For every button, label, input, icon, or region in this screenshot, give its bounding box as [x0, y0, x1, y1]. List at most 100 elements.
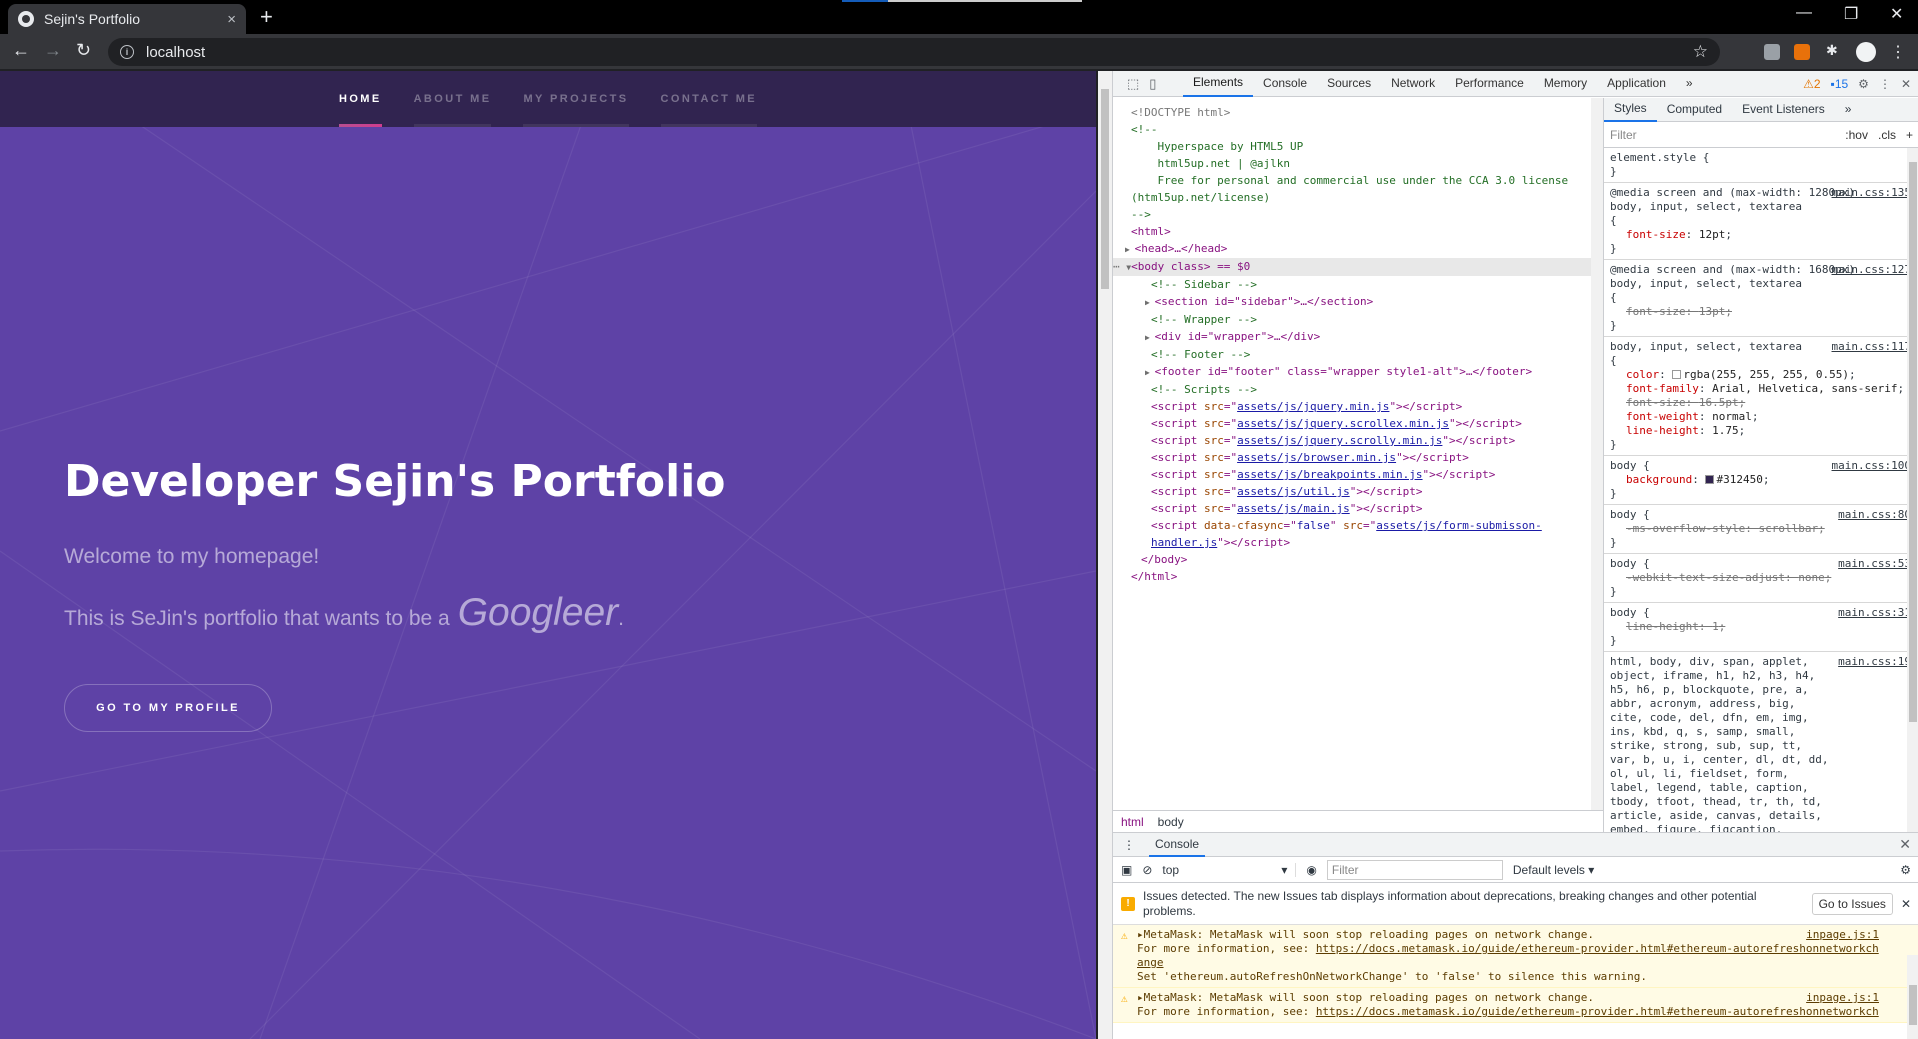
style-property[interactable]: color: rgba(255, 255, 255, 0.55); — [1610, 368, 1913, 382]
dom-node-script[interactable]: <script src="assets/js/jquery.scrolly.mi… — [1113, 432, 1603, 449]
cls-toggle[interactable]: .cls — [1878, 128, 1896, 142]
warning-count[interactable]: ⚠2 — [1803, 77, 1820, 91]
more-tabs-chevron-icon[interactable]: » — [1676, 71, 1703, 96]
tab-console[interactable]: Console — [1253, 71, 1317, 96]
console-link[interactable]: https://docs.metamask.io/guide/ethereum-… — [1316, 1005, 1879, 1018]
style-rule[interactable]: main.css:53 body {-webkit-text-size-adjus… — [1604, 554, 1918, 603]
device-toolbar-icon[interactable]: ▯ — [1149, 76, 1156, 92]
rule-source-link[interactable]: main.css:100 — [1832, 459, 1911, 473]
nav-home[interactable]: HOME — [323, 71, 398, 127]
expand-triangle-icon[interactable]: ▶ — [1125, 245, 1135, 254]
dom-node[interactable]: <!-- Wrapper --> — [1113, 311, 1603, 328]
dom-node-script[interactable]: <script src="assets/js/browser.min.js"><… — [1113, 449, 1603, 466]
gear-icon[interactable]: ⚙ — [1858, 77, 1869, 91]
gear-icon[interactable]: ⚙ — [1900, 863, 1911, 877]
tab-network[interactable]: Network — [1381, 71, 1445, 96]
expand-triangle-icon[interactable]: ▶ — [1145, 333, 1155, 342]
dom-node[interactable]: </html> — [1113, 568, 1603, 585]
style-property[interactable]: -ms-overflow-style: scrollbar; — [1610, 522, 1913, 536]
dom-node-body-selected[interactable]: ⋯ ▼<body class> == $0 — [1113, 258, 1603, 276]
tab-event-listeners[interactable]: Event Listeners — [1732, 98, 1835, 121]
style-rule[interactable]: main.css:80 body {-ms-overflow-style: scr… — [1604, 505, 1918, 554]
extension-icon[interactable] — [1764, 44, 1780, 60]
browser-tab[interactable]: Sejin's Portfolio × — [8, 4, 246, 34]
elements-scrollbar[interactable] — [1591, 98, 1603, 810]
breadcrumb-body[interactable]: body — [1158, 815, 1184, 829]
dom-node[interactable]: <!DOCTYPE html> — [1113, 104, 1603, 121]
new-tab-button[interactable]: + — [260, 4, 273, 30]
scrollbar-thumb[interactable] — [1909, 162, 1917, 722]
tab-performance[interactable]: Performance — [1445, 71, 1534, 96]
rule-source-link[interactable]: main.css:127 — [1832, 263, 1911, 277]
close-icon[interactable]: ✕ — [1901, 77, 1911, 91]
dom-node[interactable]: <!-- Scripts --> — [1113, 381, 1603, 398]
script-src-link[interactable]: assets/js/breakpoints.min.js — [1237, 468, 1422, 481]
color-swatch[interactable] — [1672, 370, 1682, 379]
style-rule[interactable]: element.style {} — [1604, 148, 1918, 183]
scrollbar-thumb[interactable] — [1101, 89, 1109, 289]
script-src-link[interactable]: assets/js/browser.min.js — [1237, 451, 1396, 464]
styles-filter-input[interactable]: Filter — [1610, 128, 1835, 142]
console-source-link[interactable]: inpage.js:1 — [1806, 991, 1879, 1005]
dom-node[interactable]: Hyperspace by HTML5 UP — [1113, 138, 1603, 155]
tab-memory[interactable]: Memory — [1534, 71, 1597, 96]
dom-node[interactable]: ▶ <section id="sidebar">…</section> — [1113, 293, 1603, 311]
scrollbar-thumb[interactable] — [1909, 985, 1917, 1025]
info-icon[interactable]: i — [120, 45, 134, 59]
sidebar-toggle-icon[interactable]: ▣ — [1121, 863, 1132, 877]
style-rule[interactable]: main.css:135 @media screen and (max-width… — [1604, 183, 1918, 260]
hov-toggle[interactable]: :hov — [1845, 128, 1868, 142]
dom-node[interactable]: (html5up.net/license) — [1113, 189, 1603, 206]
message-count[interactable]: ▪15 — [1831, 77, 1849, 91]
dom-node-script[interactable]: <script src="assets/js/breakpoints.min.j… — [1113, 466, 1603, 483]
dom-node-script[interactable]: <script src="assets/js/jquery.min.js"></… — [1113, 398, 1603, 415]
minimize-icon[interactable]: — — [1796, 4, 1812, 22]
close-window-icon[interactable]: ✕ — [1890, 4, 1903, 24]
dom-node-script[interactable]: <script src="assets/js/main.js"></script… — [1113, 500, 1603, 517]
close-tab-icon[interactable]: × — [227, 11, 236, 28]
tab-sources[interactable]: Sources — [1317, 71, 1381, 96]
script-src-link[interactable]: assets/js/jquery.scrolly.min.js — [1237, 434, 1442, 447]
rule-source-link[interactable]: main.css:31 — [1838, 606, 1911, 620]
tab-application[interactable]: Application — [1597, 71, 1676, 96]
style-property[interactable]: font-family: Arial, Helvetica, sans-seri… — [1610, 382, 1913, 396]
console-link[interactable]: ange — [1137, 956, 1889, 970]
dom-node-script[interactable]: <script src="assets/js/jquery.scrollex.m… — [1113, 415, 1603, 432]
page-scrollbar[interactable] — [1098, 71, 1112, 1039]
style-property[interactable]: font-size: 16.5pt; — [1610, 396, 1913, 410]
console-scrollbar[interactable] — [1907, 955, 1918, 1039]
style-rule-reset[interactable]: main.css:19 html, body, div, span, apple… — [1604, 652, 1918, 832]
script-src-link[interactable]: assets/js/jquery.scrollex.min.js — [1237, 417, 1449, 430]
tab-console-drawer[interactable]: Console — [1149, 833, 1206, 857]
context-select[interactable]: top ▾ — [1162, 862, 1297, 877]
style-property[interactable]: background: #312450; — [1610, 473, 1913, 487]
console-source-link[interactable]: inpage.js:1 — [1806, 928, 1879, 942]
tab-computed[interactable]: Computed — [1657, 98, 1732, 121]
more-vert-icon[interactable]: ⋮ — [1123, 838, 1135, 852]
dom-node[interactable]: <!-- Footer --> — [1113, 346, 1603, 363]
add-rule-icon[interactable]: + — [1906, 128, 1913, 142]
rule-source-link[interactable]: main.css:19 — [1838, 655, 1911, 669]
go-to-profile-button[interactable]: GO TO MY PROFILE — [64, 684, 272, 732]
log-levels-select[interactable]: Default levels ▾ — [1513, 863, 1594, 877]
rule-source-link[interactable]: main.css:135 — [1832, 186, 1911, 200]
clear-console-icon[interactable]: ⊘ — [1142, 863, 1152, 877]
more-vert-icon[interactable]: ⋮ — [1879, 77, 1891, 91]
dom-node[interactable]: html5up.net | @ajlkn — [1113, 155, 1603, 172]
dom-node-head[interactable]: ▶ <head>…</head> — [1113, 240, 1603, 258]
style-property[interactable]: font-weight: normal; — [1610, 410, 1913, 424]
console-warning[interactable]: ⚠ inpage.js:1 ▸MetaMask: MetaMask will soo… — [1113, 925, 1918, 988]
reload-icon[interactable]: ↻ — [76, 40, 91, 61]
script-src-link[interactable]: assets/js/jquery.min.js — [1237, 400, 1389, 413]
breadcrumb-html[interactable]: html — [1121, 815, 1144, 829]
script-src-link[interactable]: assets/js/main.js — [1237, 502, 1350, 515]
elements-tree[interactable]: <!DOCTYPE html> <!-- Hyperspace by HTML5… — [1113, 98, 1603, 808]
style-rule[interactable]: main.css:117 body, input, select, textare… — [1604, 337, 1918, 456]
dom-node[interactable]: Free for personal and commercial use und… — [1113, 172, 1603, 189]
script-src-link[interactable]: assets/js/util.js — [1237, 485, 1350, 498]
avatar[interactable] — [1856, 42, 1876, 62]
style-rule[interactable]: main.css:100 body {background: #312450;} — [1604, 456, 1918, 505]
dom-node[interactable]: <!-- Sidebar --> — [1113, 276, 1603, 293]
nav-my-projects[interactable]: MY PROJECTS — [507, 71, 644, 127]
style-property[interactable]: line-height: 1.75; — [1610, 424, 1913, 438]
